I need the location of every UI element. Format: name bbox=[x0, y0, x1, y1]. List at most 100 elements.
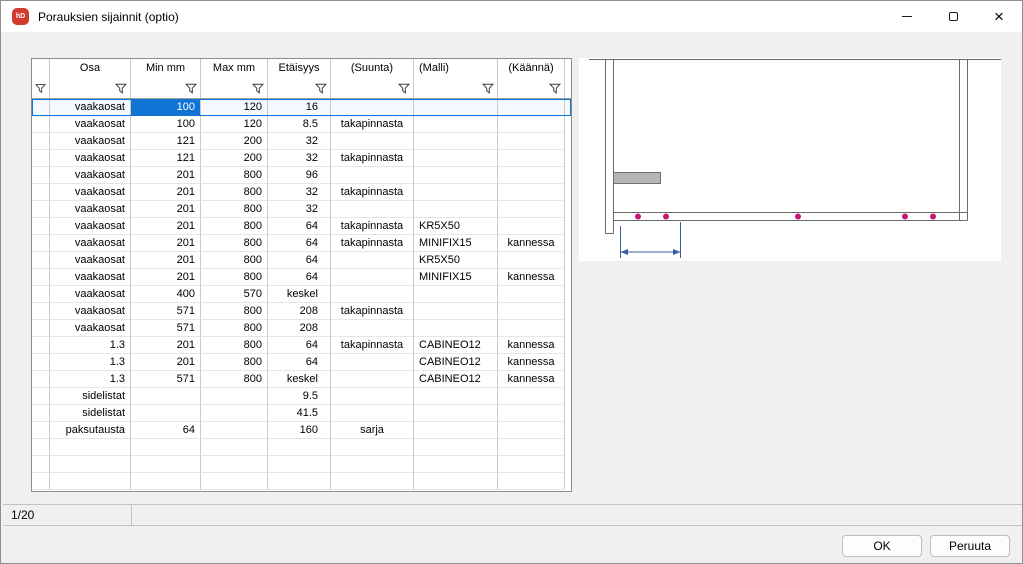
cell-suunta[interactable]: sarja bbox=[331, 422, 414, 439]
table-row[interactable]: vaakaosat571800208 bbox=[32, 320, 571, 337]
cell-malli[interactable] bbox=[414, 99, 498, 116]
cell-min_mm[interactable]: 571 bbox=[131, 303, 201, 320]
cell-osa[interactable]: sidelistat bbox=[50, 405, 131, 422]
cell-etaisyys[interactable]: 64 bbox=[268, 354, 331, 371]
cell-kaanna[interactable] bbox=[498, 167, 565, 184]
cell-max_mm[interactable]: 800 bbox=[201, 218, 268, 235]
cell-kaanna[interactable] bbox=[498, 320, 565, 337]
row-selector[interactable] bbox=[32, 320, 50, 337]
column-header-etaisyys[interactable]: Etäisyys bbox=[268, 59, 331, 78]
cell-min_mm[interactable]: 400 bbox=[131, 286, 201, 303]
cell-osa[interactable]: vaakaosat bbox=[50, 184, 131, 201]
cell-suunta[interactable]: takapinnasta bbox=[331, 303, 414, 320]
cell-suunta[interactable] bbox=[331, 320, 414, 337]
cell-osa[interactable]: 1.3 bbox=[50, 354, 131, 371]
cell-kaanna[interactable] bbox=[498, 99, 565, 116]
cell-etaisyys[interactable]: 64 bbox=[268, 218, 331, 235]
cell-suunta[interactable] bbox=[331, 133, 414, 150]
cell-suunta[interactable]: takapinnasta bbox=[331, 218, 414, 235]
table-row[interactable]: sidelistat 41.5 bbox=[32, 405, 571, 422]
row-selector[interactable] bbox=[32, 252, 50, 269]
cell-etaisyys[interactable]: 9.5 bbox=[268, 388, 331, 405]
cell-osa[interactable]: 1.3 bbox=[50, 371, 131, 388]
cell-malli[interactable] bbox=[414, 133, 498, 150]
cell-osa[interactable]: vaakaosat bbox=[50, 303, 131, 320]
cell-etaisyys[interactable]: 64 bbox=[268, 269, 331, 286]
column-header-suunta[interactable]: (Suunta) bbox=[331, 59, 414, 78]
cell-etaisyys[interactable]: 64 bbox=[268, 235, 331, 252]
table-row[interactable]: vaakaosat20180064MINIFIX15kannessa bbox=[32, 269, 571, 286]
cell-suunta[interactable]: takapinnasta bbox=[331, 184, 414, 201]
cell-malli[interactable]: MINIFIX15 bbox=[414, 235, 498, 252]
cell-suunta[interactable]: takapinnasta bbox=[331, 116, 414, 133]
cell-etaisyys[interactable]: 16 bbox=[268, 99, 331, 116]
filter-button-malli[interactable] bbox=[414, 78, 498, 98]
cell-min_mm[interactable]: 201 bbox=[131, 201, 201, 218]
table-row[interactable]: 1.3571800keskelCABINEO12kannessa bbox=[32, 371, 571, 388]
cell-min_mm[interactable]: 571 bbox=[131, 320, 201, 337]
cell-suunta[interactable]: takapinnasta bbox=[331, 150, 414, 167]
cell-suunta[interactable] bbox=[331, 405, 414, 422]
cell-malli[interactable] bbox=[414, 201, 498, 218]
cell-suunta[interactable] bbox=[331, 371, 414, 388]
cell-kaanna[interactable] bbox=[498, 133, 565, 150]
cell-malli[interactable]: KR5X50 bbox=[414, 218, 498, 235]
cell-min_mm[interactable]: 201 bbox=[131, 252, 201, 269]
cell-osa[interactable]: vaakaosat bbox=[50, 201, 131, 218]
cell-osa[interactable]: vaakaosat bbox=[50, 218, 131, 235]
cell-kaanna[interactable] bbox=[498, 252, 565, 269]
maximize-button[interactable] bbox=[930, 1, 976, 32]
column-header-malli[interactable]: (Malli) bbox=[414, 59, 498, 78]
cell-etaisyys[interactable]: 32 bbox=[268, 184, 331, 201]
cell-min_mm[interactable] bbox=[131, 388, 201, 405]
cell-min_mm[interactable]: 201 bbox=[131, 218, 201, 235]
column-header-max_mm[interactable]: Max mm bbox=[201, 59, 268, 78]
cell-etaisyys[interactable]: 32 bbox=[268, 201, 331, 218]
cell-malli[interactable] bbox=[414, 303, 498, 320]
table-row[interactable]: vaakaosat20180064takapinnastaKR5X50 bbox=[32, 218, 571, 235]
column-header-min_mm[interactable]: Min mm bbox=[131, 59, 201, 78]
cell-min_mm[interactable]: 201 bbox=[131, 269, 201, 286]
cell-etaisyys[interactable]: 8.5 bbox=[268, 116, 331, 133]
cell-etaisyys[interactable]: keskel bbox=[268, 286, 331, 303]
cell-suunta[interactable] bbox=[331, 252, 414, 269]
cell-suunta[interactable] bbox=[331, 99, 414, 116]
empty-row[interactable] bbox=[32, 439, 571, 456]
cell-kaanna[interactable] bbox=[498, 286, 565, 303]
cell-malli[interactable] bbox=[414, 286, 498, 303]
row-selector[interactable] bbox=[32, 371, 50, 388]
cell-malli[interactable]: KR5X50 bbox=[414, 252, 498, 269]
row-selector[interactable] bbox=[32, 201, 50, 218]
row-selector[interactable] bbox=[32, 99, 50, 116]
cell-max_mm[interactable]: 800 bbox=[201, 320, 268, 337]
row-selector[interactable] bbox=[32, 354, 50, 371]
cell-min_mm[interactable]: 100 bbox=[131, 99, 201, 116]
cell-suunta[interactable] bbox=[331, 286, 414, 303]
cell-kaanna[interactable] bbox=[498, 184, 565, 201]
cell-min_mm[interactable] bbox=[131, 405, 201, 422]
cell-osa[interactable]: vaakaosat bbox=[50, 269, 131, 286]
table-row[interactable]: sidelistat9.5 bbox=[32, 388, 571, 405]
cell-malli[interactable] bbox=[414, 167, 498, 184]
cell-etaisyys[interactable]: 64 bbox=[268, 337, 331, 354]
row-selector[interactable] bbox=[32, 218, 50, 235]
cell-etaisyys[interactable]: 160 bbox=[268, 422, 331, 439]
table-row[interactable]: vaakaosat1001208.5takapinnasta bbox=[32, 116, 571, 133]
cell-etaisyys[interactable]: 96 bbox=[268, 167, 331, 184]
cell-suunta[interactable]: takapinnasta bbox=[331, 235, 414, 252]
cell-malli[interactable] bbox=[414, 320, 498, 337]
cell-max_mm[interactable]: 800 bbox=[201, 337, 268, 354]
table-row[interactable]: 1.320180064takapinnastaCABINEO12kannessa bbox=[32, 337, 571, 354]
row-selector[interactable] bbox=[32, 167, 50, 184]
cell-max_mm[interactable]: 800 bbox=[201, 201, 268, 218]
cell-max_mm[interactable]: 120 bbox=[201, 116, 268, 133]
cell-etaisyys[interactable]: 41.5 bbox=[268, 405, 331, 422]
cell-max_mm[interactable]: 800 bbox=[201, 252, 268, 269]
cell-malli[interactable] bbox=[414, 422, 498, 439]
cell-etaisyys[interactable]: 64 bbox=[268, 252, 331, 269]
table-row[interactable]: vaakaosat12120032 bbox=[32, 133, 571, 150]
cell-min_mm[interactable]: 201 bbox=[131, 337, 201, 354]
row-selector[interactable] bbox=[32, 303, 50, 320]
table-row[interactable]: 1.320180064CABINEO12kannessa bbox=[32, 354, 571, 371]
cell-etaisyys[interactable]: keskel bbox=[268, 371, 331, 388]
